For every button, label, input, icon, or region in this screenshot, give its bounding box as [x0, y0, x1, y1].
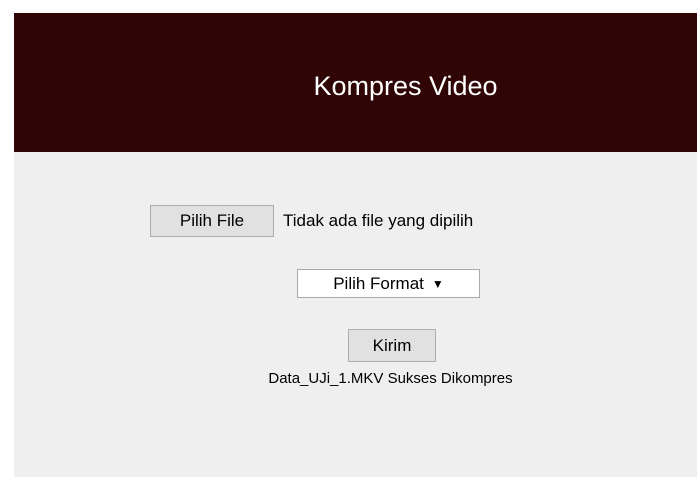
submit-button[interactable]: Kirim — [348, 329, 436, 362]
format-select-value: Pilih Format — [333, 273, 424, 293]
choose-file-button[interactable]: Pilih File — [150, 205, 274, 237]
format-select[interactable]: Pilih Format ▼ — [297, 269, 480, 298]
file-status-text: Tidak ada file yang dipilih — [283, 211, 474, 230]
dropdown-arrow-icon: ▼ — [431, 276, 444, 291]
upload-form-panel: Pilih File Tidak ada file yang dipilih P… — [14, 152, 697, 477]
file-input-row: Pilih File Tidak ada file yang dipilih — [150, 205, 473, 237]
result-message: Data_UJi_1.MKV Sukses Dikompres — [268, 370, 513, 387]
page-header: Kompres Video — [14, 13, 697, 152]
page-title: Kompres Video — [313, 71, 498, 101]
